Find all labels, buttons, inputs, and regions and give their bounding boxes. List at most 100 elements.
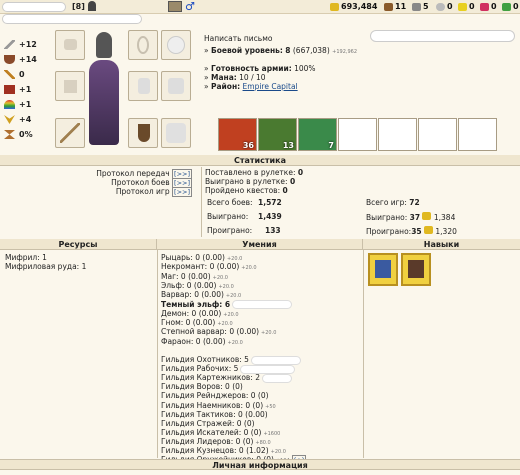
clan-icon[interactable] xyxy=(88,1,96,11)
wood-resource: 11 xyxy=(384,2,406,11)
mail-icon[interactable] xyxy=(168,1,182,12)
army-slot-4[interactable] xyxy=(338,118,377,151)
amulet-slot[interactable] xyxy=(55,30,85,60)
skill-text: Гильдия Воров: 0 (0) xyxy=(161,382,243,392)
spear-slot[interactable] xyxy=(55,118,85,148)
wood-value: 11 xyxy=(395,2,407,11)
army-slot-7[interactable] xyxy=(458,118,497,151)
protocol-games-button[interactable]: [>>] xyxy=(172,187,192,197)
skill-bonus: +20.0 xyxy=(225,293,242,300)
necklace-slot[interactable] xyxy=(128,30,158,60)
skill-row: Гильдия Картежников: 2 xyxy=(161,373,293,383)
army-readiness: » Готовность армии: 100% xyxy=(204,64,316,73)
combat-gain: +192,962 xyxy=(332,49,358,55)
talent-2-icon[interactable] xyxy=(401,253,431,286)
district-link[interactable]: Empire Capital xyxy=(243,82,298,91)
skill-row: Гильдия Наемников: 0 (0) +50 xyxy=(161,401,276,410)
skill-text: Гильдия Рабочих: 5 xyxy=(161,364,239,374)
hero-stats: +12 +14 0 +1 +1 +4 0% xyxy=(0,27,52,153)
skill-row: Темный эльф: 6 xyxy=(161,300,293,309)
profile-page: [8] ♂ 693,484 11 5 0 0 0 0 +12 +14 0 +1 … xyxy=(0,0,520,475)
ore-resource: 5 xyxy=(412,2,429,11)
skill-row: Варвар: 0 (0.00) +20.0 xyxy=(161,290,241,299)
search-field[interactable] xyxy=(370,30,515,42)
mana: » Мана: 10 / 10 xyxy=(204,73,266,82)
write-letter-link[interactable]: Написать письмо xyxy=(204,34,272,43)
skill-row: Эльф: 0 (0.00) +20.0 xyxy=(161,281,234,290)
roulette-won: Выиграно в рулетке: 0 xyxy=(205,177,296,186)
mana-label: Мана: xyxy=(210,73,237,82)
rainbow-icon xyxy=(4,100,15,109)
player-level: [8] xyxy=(72,2,85,11)
cloak-slot[interactable] xyxy=(161,30,191,60)
games-lost-row: Проиграно:35 1,320 xyxy=(366,226,457,236)
army-count-3: 7 xyxy=(328,141,334,150)
army-count-2: 13 xyxy=(282,141,294,150)
skill-row: Рыцарь: 0 (0.00) +20.0 xyxy=(161,253,242,262)
initiative-stat: 0% xyxy=(4,130,33,139)
skill-text: Гильдия Стражей: 0 (0) xyxy=(161,418,255,428)
mercury-resource: 0 xyxy=(436,2,453,11)
army-slot-2[interactable]: 13 xyxy=(258,118,297,151)
skill-bonus: +50 xyxy=(265,403,276,410)
skill-text: Фараон: 0 (0.00) xyxy=(161,336,226,346)
hidden-value xyxy=(232,300,293,309)
skill-row: Гильдия Охотников: 5 xyxy=(161,355,301,365)
skill-bonus: +20.0 xyxy=(223,311,239,318)
skill-text: Маг: 0 (0.00) xyxy=(161,271,211,281)
army-slot-5[interactable] xyxy=(378,118,417,151)
helmet-slot[interactable] xyxy=(89,30,119,60)
army-value: 100% xyxy=(294,64,316,73)
skill-bonus: +20.0 xyxy=(218,283,234,290)
back-slot[interactable] xyxy=(161,71,191,101)
protocol-games[interactable]: Протокол игр [>>] xyxy=(116,187,192,197)
skill-text: Гильдия Картежников: 2 xyxy=(161,373,261,383)
talent-1-icon[interactable] xyxy=(368,253,398,286)
skill-row: Демон: 0 (0.00) +20.0 xyxy=(161,309,239,318)
horse-slot[interactable] xyxy=(161,118,191,148)
skill-text: Демон: 0 (0.00) xyxy=(161,308,222,318)
skill-row: Гильдия Лидеров: 0 (0) +80.0 xyxy=(161,437,271,446)
resource-mithril: Мифрил: 1 xyxy=(5,253,47,262)
skill-text: Гильдия Лидеров: 0 (0) xyxy=(161,436,254,446)
skill-bonus: +80.0 xyxy=(255,439,271,446)
hero-figure xyxy=(89,60,119,145)
roulette-bet: Поставлено в рулетке: 0 xyxy=(205,168,304,177)
skill-text: Гильдия Наемников: 0 (0) xyxy=(161,400,264,410)
skill-text: Гильдия Охотников: 5 xyxy=(161,355,249,364)
sulfur-resource: 0 xyxy=(458,2,475,11)
skill-row: Некромант: 0 (0.00) +20.0 xyxy=(161,262,257,271)
skill-row: Гильдия Рабочих: 5 xyxy=(161,364,296,374)
morale-stat: +4 xyxy=(4,115,31,124)
quests-done: Пройдено квестов: 0 xyxy=(205,186,288,195)
col-divider-1 xyxy=(157,250,158,458)
nickname-field xyxy=(2,2,66,12)
army-slot-1[interactable]: 36 xyxy=(218,118,257,151)
gems-value: 0 xyxy=(513,2,519,11)
skill-bonus: +20.0 xyxy=(212,274,228,281)
skill-bonus: +20.0 xyxy=(227,339,243,346)
skill-bonus: +20.0 xyxy=(226,256,243,262)
skill-row: Гильдия Стражей: 0 (0) xyxy=(161,419,255,428)
armor-slot[interactable] xyxy=(128,71,158,101)
skill-bonus: +20.0 xyxy=(270,449,286,455)
district-label: Район: xyxy=(210,82,241,91)
col-divider-2 xyxy=(363,250,364,458)
skill-text: Гильдия Тактиков: 0 (0.00) xyxy=(161,409,268,419)
skill-row: Гильдия Тактиков: 0 (0.00) xyxy=(161,410,268,419)
battles-won-label: Выиграно: xyxy=(207,212,249,221)
weapon-slot[interactable] xyxy=(55,71,85,101)
gold-icon xyxy=(424,226,434,234)
wand-icon xyxy=(4,70,15,79)
army-slot-6[interactable] xyxy=(418,118,457,151)
combat-value: 8 xyxy=(285,46,291,55)
skill-row: Гильдия Воров: 0 (0) xyxy=(161,382,243,391)
resources-header: Ресурсы xyxy=(0,239,157,250)
sword-icon xyxy=(4,40,15,49)
hourglass-icon xyxy=(4,130,15,139)
skill-row: Фараон: 0 (0.00) +20.0 xyxy=(161,337,243,346)
skill-text: Степной варвар: 0 (0.00) xyxy=(161,327,260,337)
army-slot-3[interactable]: 7 xyxy=(298,118,337,151)
skill-text: Рыцарь: 0 (0.00) xyxy=(161,253,225,262)
shield-slot[interactable] xyxy=(128,118,158,148)
